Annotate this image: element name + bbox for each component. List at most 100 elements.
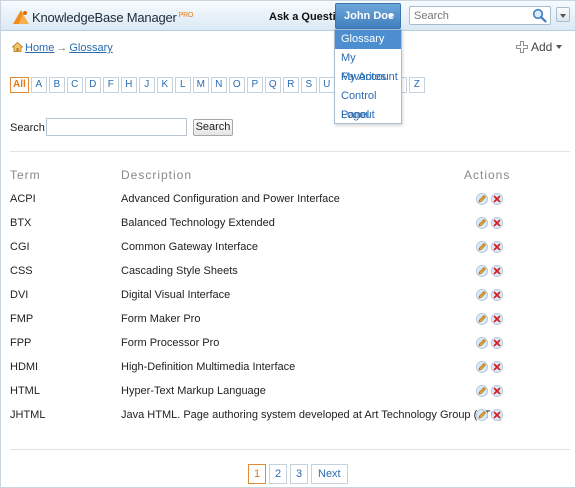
description-cell: Cascading Style Sheets — [121, 265, 238, 277]
column-header-term: Term — [10, 168, 41, 182]
breadcrumb-home-link[interactable]: Home — [25, 42, 54, 54]
magnifier-icon[interactable] — [532, 8, 547, 23]
page-1-button[interactable]: 1 — [248, 464, 266, 484]
pro-badge: PRO — [178, 11, 194, 19]
search-button[interactable]: Search — [193, 119, 233, 136]
menu-item-glossary[interactable]: Glossary — [335, 30, 401, 49]
edit-icon[interactable] — [476, 193, 488, 205]
letter-filter-j[interactable]: J — [138, 77, 155, 93]
delete-icon[interactable] — [491, 217, 503, 229]
delete-icon[interactable] — [491, 193, 503, 205]
letter-filter-u[interactable]: U — [318, 77, 335, 93]
table-row: FMP Form Maker Pro — [0, 308, 576, 332]
letter-filter-p[interactable]: P — [246, 77, 263, 93]
user-name: John Doe — [344, 10, 395, 22]
column-header-actions: Actions — [464, 168, 511, 182]
app-title: KnowledgeBase Manager PRO — [32, 10, 193, 25]
letter-filter-s[interactable]: S — [300, 77, 317, 93]
description-cell: Balanced Technology Extended — [121, 217, 275, 229]
letter-filter-d[interactable]: D — [84, 77, 101, 93]
table-row: CSS Cascading Style Sheets — [0, 260, 576, 284]
user-dropdown-menu: Glossary My Favorites My Account Control… — [334, 29, 402, 124]
edit-icon[interactable] — [476, 361, 488, 373]
edit-icon[interactable] — [476, 313, 488, 325]
description-cell: Digital Visual Interface — [121, 289, 231, 301]
divider — [10, 449, 570, 450]
term-cell: CGI — [10, 241, 30, 253]
app-title-text: KnowledgeBase Manager — [32, 10, 177, 25]
letter-filter-m[interactable]: M — [192, 77, 209, 93]
edit-icon[interactable] — [476, 217, 488, 229]
letter-filter-r[interactable]: R — [282, 77, 299, 93]
breadcrumb-separator: → — [56, 42, 68, 54]
letter-filter-c[interactable]: C — [66, 77, 83, 93]
breadcrumb-glossary-link[interactable]: Glossary — [69, 42, 112, 54]
delete-icon[interactable] — [491, 337, 503, 349]
letter-filter-b[interactable]: B — [48, 77, 65, 93]
page-2-button[interactable]: 2 — [269, 464, 287, 484]
term-cell: FMP — [10, 313, 34, 325]
delete-icon[interactable] — [491, 361, 503, 373]
letter-filter-f[interactable]: F — [102, 77, 119, 93]
delete-icon[interactable] — [491, 265, 503, 277]
menu-item-logout[interactable]: Logout — [335, 106, 401, 125]
delete-icon[interactable] — [491, 241, 503, 253]
edit-icon[interactable] — [476, 409, 488, 421]
letter-filter-all[interactable]: All — [10, 77, 29, 93]
letter-filter-k[interactable]: K — [156, 77, 173, 93]
chevron-down-icon — [556, 45, 563, 49]
add-label: Add — [531, 40, 553, 54]
description-cell: High-Definition Multimedia Interface — [121, 361, 296, 373]
description-cell: Form Maker Pro — [121, 313, 201, 325]
menu-item-my-account[interactable]: My Account — [335, 68, 401, 87]
edit-icon[interactable] — [476, 265, 488, 277]
search-label: Search — [10, 122, 45, 134]
home-icon — [12, 42, 23, 52]
menu-item-my-favorites[interactable]: My Favorites — [335, 49, 401, 83]
pagination: 1 2 3 Next — [248, 464, 348, 484]
letter-filter-a[interactable]: A — [30, 77, 47, 93]
next-page-button[interactable]: Next — [311, 464, 348, 484]
description-cell: Advanced Configuration and Power Interfa… — [121, 193, 340, 205]
delete-icon[interactable] — [491, 385, 503, 397]
edit-icon[interactable] — [476, 241, 488, 253]
term-cell: FPP — [10, 337, 32, 349]
edit-icon[interactable] — [476, 289, 488, 301]
table-row: DVI Digital Visual Interface — [0, 284, 576, 308]
description-cell: Hyper-Text Markup Language — [121, 385, 266, 397]
logo-icon — [13, 10, 29, 24]
table-row: FPP Form Processor Pro — [0, 332, 576, 356]
term-cell: CSS — [10, 265, 33, 277]
letter-filter-o[interactable]: O — [228, 77, 245, 93]
term-cell: DVI — [10, 289, 29, 301]
description-cell: Form Processor Pro — [121, 337, 220, 349]
letter-filter-h[interactable]: H — [120, 77, 137, 93]
glossary-search-input[interactable] — [46, 118, 187, 136]
header-search-input[interactable] — [409, 6, 551, 25]
delete-icon[interactable] — [491, 313, 503, 325]
term-cell: HDMI — [10, 361, 39, 373]
delete-icon[interactable] — [491, 289, 503, 301]
chevron-down-icon — [388, 14, 394, 18]
table-row: BTX Balanced Technology Extended — [0, 212, 576, 236]
letter-filter-n[interactable]: N — [210, 77, 227, 93]
edit-icon[interactable] — [476, 337, 488, 349]
table-row: ACPI Advanced Configuration and Power Int… — [0, 188, 576, 212]
search-options-dropdown[interactable] — [556, 7, 570, 22]
menu-item-control-panel[interactable]: Control Panel — [335, 87, 401, 121]
user-menu-button[interactable]: John Doe — [335, 3, 401, 29]
letter-filter-z[interactable]: Z — [408, 77, 425, 93]
edit-icon[interactable] — [476, 385, 488, 397]
delete-icon[interactable] — [491, 409, 503, 421]
page-3-button[interactable]: 3 — [290, 464, 308, 484]
letter-filter-q[interactable]: Q — [264, 77, 281, 93]
term-cell: ACPI — [10, 193, 36, 205]
chevron-down-icon — [560, 14, 566, 18]
breadcrumb: Home → Glossary — [12, 42, 113, 54]
table-row: HTML Hyper-Text Markup Language — [0, 380, 576, 404]
add-button[interactable]: Add — [516, 40, 563, 54]
term-cell: HTML — [10, 385, 40, 397]
letter-filter-l[interactable]: L — [174, 77, 191, 93]
term-cell: JHTML — [10, 409, 46, 421]
column-header-description: Description — [121, 168, 193, 182]
